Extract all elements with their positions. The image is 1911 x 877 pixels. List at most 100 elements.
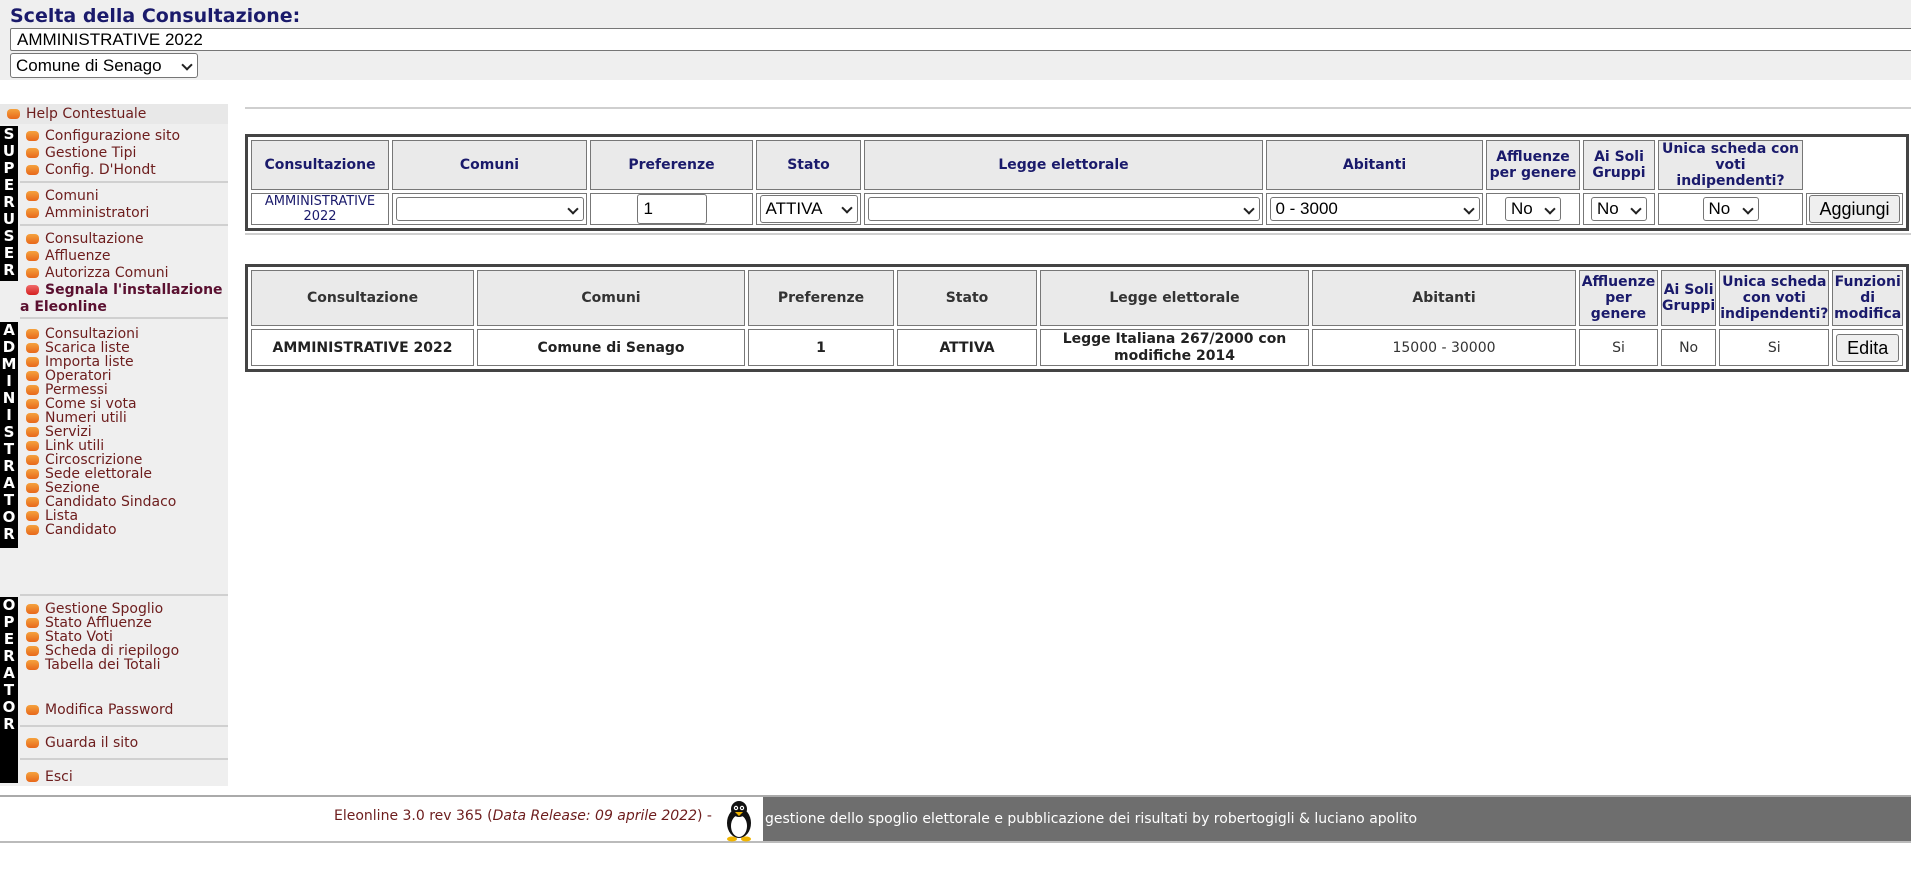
sidebar-item-esci[interactable]: Esci [26, 769, 73, 785]
legge-elettorale-select[interactable] [867, 197, 1260, 221]
sidebar: Help Contestuale SUPERUSER ADMINISTRATOR… [0, 104, 228, 786]
chevron-down-icon [1630, 203, 1642, 215]
sidebar-item-gestione-tipi[interactable]: Gestione Tipi [26, 145, 136, 161]
bullet-icon [26, 399, 39, 409]
bullet-icon [26, 268, 39, 278]
col-header-ai-soli-gruppi: Ai Soli Gruppi [1661, 270, 1717, 326]
role-letter: R [3, 647, 15, 665]
preferenze-input[interactable]: 1 [636, 194, 707, 224]
comuni-select[interactable] [395, 197, 584, 221]
col-header-comuni: Comuni [392, 140, 587, 190]
bullet-icon [26, 165, 39, 175]
bullet-icon [26, 441, 39, 451]
stato-select[interactable]: ATTIVA [759, 195, 858, 223]
bullet-icon [26, 604, 39, 614]
form-cell-action: Aggiungi [1806, 193, 1903, 225]
consultazione-select[interactable]: AMMINISTRATIVE 2022 [10, 28, 1911, 51]
col-header-preferenze: Preferenze [748, 270, 894, 326]
sidebar-item-guarda-il-sito[interactable]: Guarda il sito [26, 735, 138, 751]
role-letter: E [3, 244, 15, 262]
role-letter: R [3, 457, 15, 475]
col-header-affluenze-per-genere: Affluenze per genere [1486, 140, 1580, 190]
col-header-empty [1806, 140, 1903, 190]
sidebar-item-configurazione-sito[interactable]: Configurazione sito [26, 128, 180, 144]
divider [20, 224, 228, 226]
sidebar-item-affluenze[interactable]: Affluenze [26, 248, 110, 264]
role-letter: R [3, 261, 15, 279]
bullet-icon [26, 371, 39, 381]
role-letter: D [2, 338, 16, 356]
form-cell-stato: ATTIVA [756, 193, 861, 225]
role-letter: R [3, 525, 15, 543]
bullet-icon [26, 772, 39, 782]
form-cell-unica: No [1658, 193, 1803, 225]
role-letter: T [3, 491, 15, 509]
role-letter: P [3, 159, 15, 177]
table-row: AMMINISTRATIVE 2022 Comune di Senago 1 A… [251, 329, 1903, 366]
divider [20, 758, 228, 760]
footer-credits: gestione dello spoglio elettorale e pubb… [763, 797, 1911, 841]
sidebar-item-modifica-password[interactable]: Modifica Password [26, 702, 173, 718]
sidebar-item-amministratori[interactable]: Amministratori [26, 205, 149, 221]
bullet-icon [26, 660, 39, 670]
sidebar-item-consultazione[interactable]: Consultazione [26, 231, 144, 247]
sidebar-item-autorizza-comuni[interactable]: Autorizza Comuni [26, 265, 169, 281]
role-letter: R [3, 715, 15, 733]
cell-consultazione: AMMINISTRATIVE 2022 [251, 329, 474, 366]
sidebar-item-segnala-installazione-line2[interactable]: a Eleonline [20, 299, 107, 315]
unica-scheda-select[interactable]: No [1702, 197, 1759, 221]
sidebar-item-candidato[interactable]: Candidato [26, 522, 117, 538]
form-cell-consultazione: AMMINISTRATIVE 2022 [251, 193, 389, 225]
bullet-red-icon [26, 285, 39, 295]
col-header-unica-scheda: Unica scheda con voti indipendenti? [1719, 270, 1830, 326]
role-letter: E [3, 176, 15, 194]
consultations-list-table: Consultazione Comuni Preferenze Stato Le… [245, 264, 1909, 372]
col-header-stato: Stato [897, 270, 1037, 326]
col-header-stato: Stato [756, 140, 861, 190]
col-header-preferenze: Preferenze [590, 140, 753, 190]
role-letter: S [3, 423, 15, 441]
chevron-down-icon [1462, 203, 1475, 215]
sidebar-item-comuni[interactable]: Comuni [26, 188, 99, 204]
divider [20, 181, 228, 183]
bullet-icon [26, 618, 39, 628]
cell-funzioni: Edita [1832, 329, 1903, 366]
help-contestuale-link[interactable]: Help Contestuale [0, 104, 228, 124]
form-cell-legge [864, 193, 1263, 225]
form-cell-abitanti: 0 - 3000 [1266, 193, 1483, 225]
aggiungi-button[interactable]: Aggiungi [1809, 195, 1900, 223]
divider [20, 317, 228, 319]
divider [245, 233, 1911, 235]
role-letter: T [3, 440, 15, 458]
comune-select[interactable]: Comune di Senago [10, 53, 198, 78]
sidebar-item-config-dhondt[interactable]: Config. D'Hondt [26, 162, 156, 178]
bullet-icon [26, 385, 39, 395]
affluenze-select[interactable]: No [1505, 197, 1561, 221]
edita-button[interactable]: Edita [1836, 333, 1900, 362]
col-header-comuni: Comuni [477, 270, 745, 326]
bullet-icon [26, 357, 39, 367]
sidebar-item-segnala-installazione[interactable]: Segnala l'installazione [26, 282, 223, 298]
cell-abitanti: 15000 - 30000 [1312, 329, 1576, 366]
form-cell-affluenze: No [1486, 193, 1580, 225]
role-letter: M [1, 355, 17, 373]
consultation-header: Scelta della Consultazione: AMMINISTRATI… [0, 0, 1911, 80]
role-letter: A [3, 321, 15, 339]
role-letter: A [3, 664, 15, 682]
superuser-role-bar: SUPERUSER [0, 126, 18, 281]
bullet-icon [26, 329, 39, 339]
bullet-icon [7, 109, 20, 119]
divider [20, 594, 228, 596]
bullet-icon [26, 234, 39, 244]
bullet-icon [26, 208, 39, 218]
sidebar-item-tabella-dei-totali[interactable]: Tabella dei Totali [26, 657, 161, 673]
abitanti-select[interactable]: 0 - 3000 [1269, 197, 1480, 221]
col-header-abitanti: Abitanti [1312, 270, 1576, 326]
col-header-legge-elettorale: Legge elettorale [864, 140, 1263, 190]
bullet-icon [26, 191, 39, 201]
chevron-down-icon [181, 59, 193, 71]
role-letter: E [3, 630, 15, 648]
footer: Eleonline 3.0 rev 365 (Data Release: 09 … [0, 795, 1911, 843]
soli-gruppi-select[interactable]: No [1591, 197, 1647, 221]
bullet-icon [26, 131, 39, 141]
